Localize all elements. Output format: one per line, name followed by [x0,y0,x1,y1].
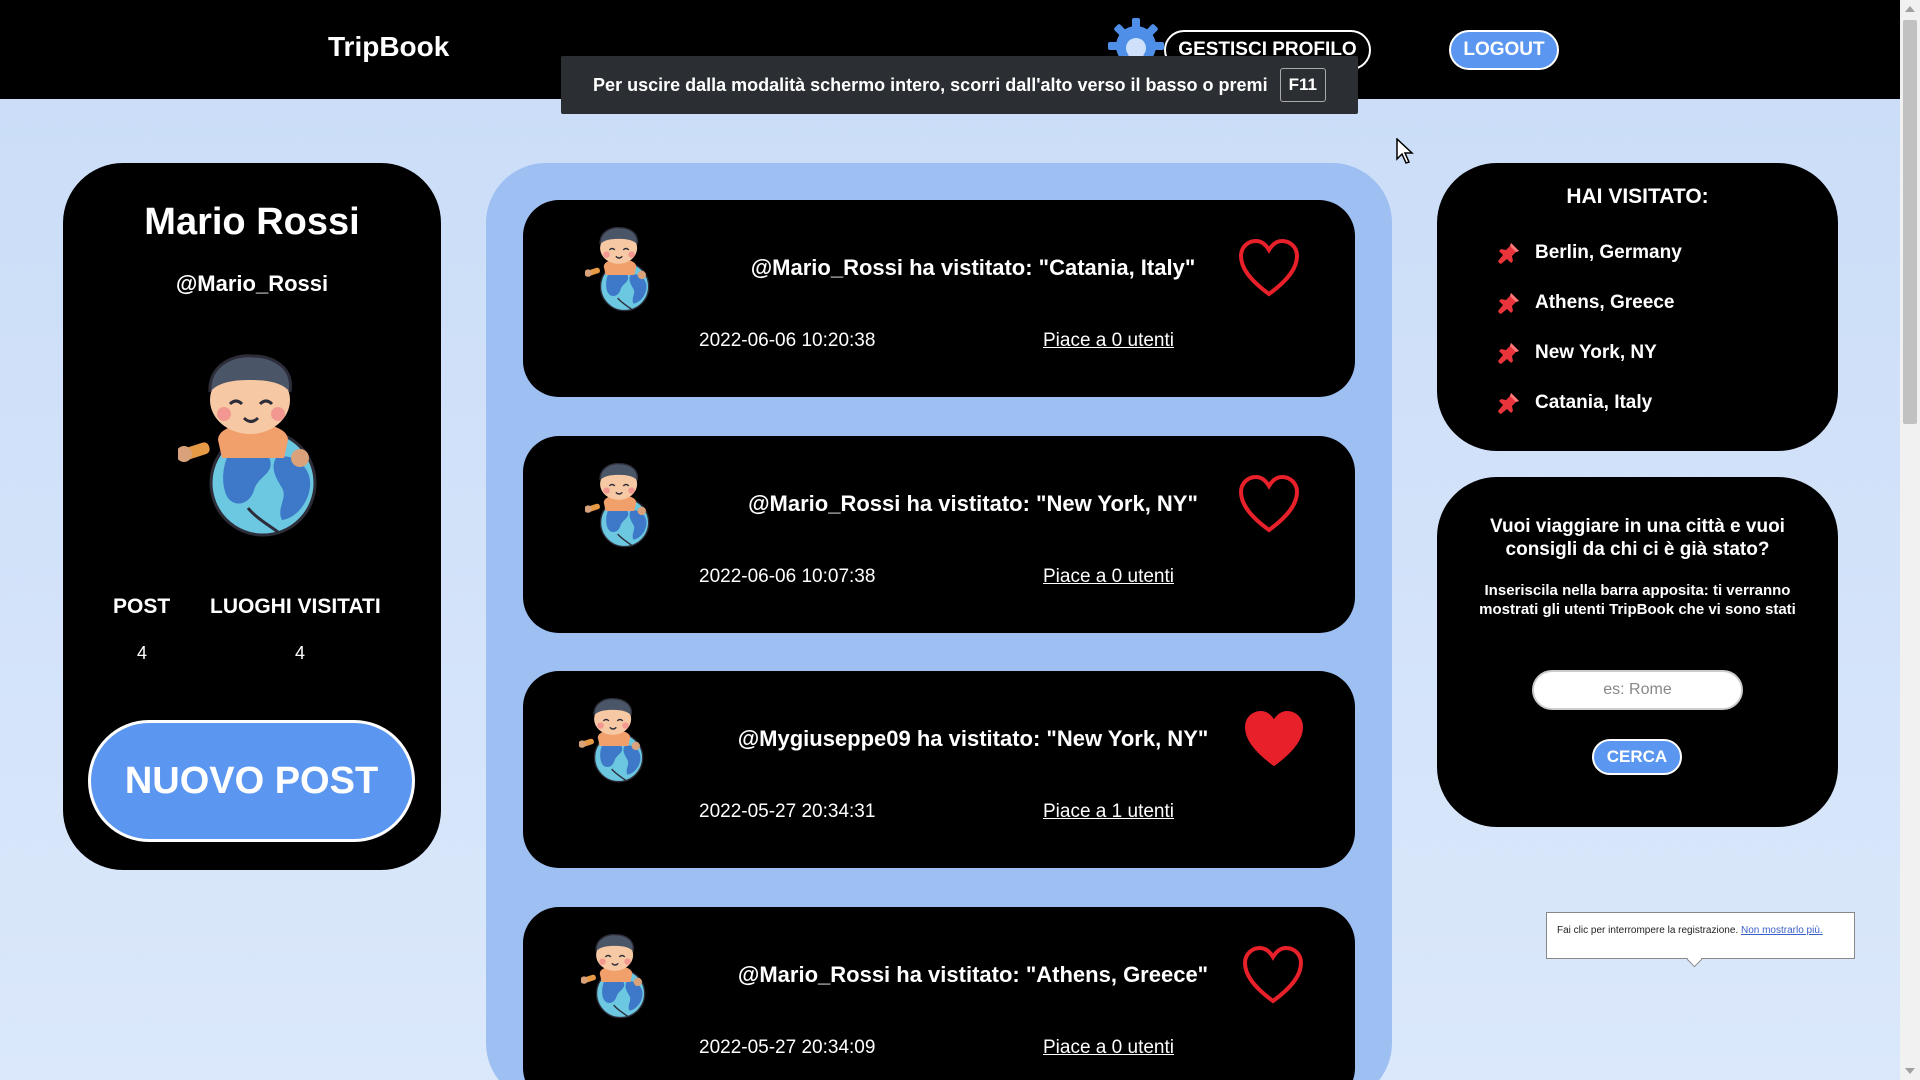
avatar[interactable] [585,460,655,548]
post-likes-link[interactable]: Piace a 0 utenti [1043,1037,1174,1059]
visited-place-item: Catania, Italy [1497,391,1652,415]
post-card: @Mario_Rossi ha vistitato: "Athens, Gree… [523,907,1355,1080]
post-title: @Mygiuseppe09 ha vistitato: "New York, N… [737,726,1209,751]
post-card: @Mygiuseppe09 ha vistitato: "New York, N… [523,671,1355,868]
city-search-card: Vuoi viaggiare in una città e vuoi consi… [1437,477,1838,827]
post-date: 2022-06-06 10:20:38 [699,330,876,351]
visited-place-label: New York, NY [1535,342,1657,363]
tooltip-tail [1686,951,1703,968]
fullscreen-notice: Per uscire dalla modalità schermo intero… [561,56,1358,114]
post-title: @Mario_Rossi ha vistitato: "Athens, Gree… [737,962,1209,987]
profile-handle: @Mario_Rossi [175,271,329,296]
brand-logo[interactable]: TripBook [328,31,449,63]
search-question: Vuoi viaggiare in una città e vuoi consi… [1490,516,1785,560]
city-search-input[interactable] [1532,670,1743,710]
visited-title: HAI VISITATO: [1566,185,1709,208]
pushpin-icon [1497,341,1521,365]
post-date: 2022-06-06 10:07:38 [699,566,876,587]
avatar [178,348,328,538]
new-post-button[interactable]: NUOVO POST [88,720,415,842]
post-likes-link[interactable]: Piace a 1 utenti [1043,801,1174,823]
stat-posts-value: 4 [137,643,148,663]
pushpin-icon [1497,241,1521,265]
pushpin-icon [1497,291,1521,315]
visited-place-label: Catania, Italy [1535,392,1653,413]
post-likes-link[interactable]: Piace a 0 utenti [1043,566,1174,588]
recording-tooltip-text: Fai clic per interrompere la registrazio… [1557,925,1739,936]
stat-visited-value: 4 [295,643,306,663]
pushpin-icon [1497,391,1521,415]
profile-card: Mario Rossi @Mario_Rossi POST 4 LUOGHI V… [63,163,441,870]
f11-key: F11 [1279,68,1326,102]
heart-icon[interactable] [1237,238,1301,298]
post-date: 2022-05-27 20:34:09 [699,1037,876,1058]
search-hint: Inseriscila nella barra apposita: ti ver… [1479,582,1796,618]
visited-place-label: Athens, Greece [1535,292,1675,313]
visited-place-item: Athens, Greece [1497,291,1674,315]
heart-icon[interactable] [1237,474,1301,534]
heart-filled-icon[interactable] [1242,709,1306,769]
avatar[interactable] [579,695,649,783]
page-scrollbar[interactable] [1900,0,1920,1080]
visited-place-item: New York, NY [1497,341,1657,365]
post-card: @Mario_Rossi ha vistitato: "New York, NY… [523,436,1355,633]
visited-place-label: Berlin, Germany [1535,242,1682,263]
profile-name: Mario Rossi [144,201,360,243]
visited-places-card: HAI VISITATO: Berlin, Germany Athens, Gr… [1437,163,1838,451]
stat-posts-label: POST [113,595,171,618]
post-card: @Mario_Rossi ha vistitato: "Catania, Ita… [523,200,1355,397]
scroll-down-arrow-icon[interactable] [1905,1068,1915,1074]
avatar[interactable] [581,931,651,1019]
fullscreen-notice-text: Per uscire dalla modalità schermo intero… [593,74,1268,95]
scrollbar-thumb[interactable] [1903,20,1917,424]
scroll-up-arrow-icon[interactable] [1905,6,1915,12]
post-likes-link[interactable]: Piace a 0 utenti [1043,330,1174,352]
recording-tooltip[interactable]: Fai clic per interrompere la registrazio… [1546,912,1855,968]
post-title: @Mario_Rossi ha vistitato: "New York, NY… [748,491,1198,516]
search-button[interactable]: CERCA [1592,739,1682,775]
mouse-cursor-icon [1396,137,1414,169]
post-date: 2022-05-27 20:34:31 [699,801,876,822]
dont-show-again-link[interactable]: Non mostrarlo più. [1741,925,1823,936]
logout-button[interactable]: LOGOUT [1449,30,1559,70]
post-title: @Mario_Rossi ha vistitato: "Catania, Ita… [750,255,1196,280]
avatar[interactable] [585,224,655,312]
heart-icon[interactable] [1241,945,1305,1005]
post-feed[interactable]: @Mario_Rossi ha vistitato: "Catania, Ita… [486,163,1392,1080]
stat-visited-label: LUOGHI VISITATI [210,595,381,618]
visited-place-item: Berlin, Germany [1497,241,1682,265]
